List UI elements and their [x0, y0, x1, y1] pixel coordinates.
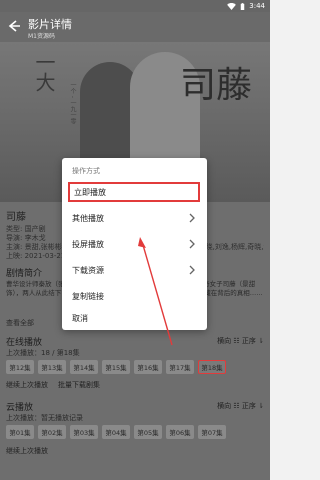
dialog-title: 操作方式: [72, 167, 100, 175]
other-play-label: 其他播放: [72, 213, 104, 223]
copy-link-option[interactable]: 复制链接: [72, 286, 199, 306]
episode-button[interactable]: 第12集: [6, 360, 34, 374]
other-play-option[interactable]: 其他播放: [72, 208, 199, 228]
episode-button-selected[interactable]: 第18集: [198, 360, 226, 374]
cloud-last-play: 上次播放：暂无播放记录: [6, 414, 83, 422]
episode-button[interactable]: 第16集: [134, 360, 162, 374]
cloud-links: 继续上次播放: [6, 446, 48, 456]
episode-button[interactable]: 第07集: [198, 425, 226, 439]
cast-play-option[interactable]: 投屏播放: [72, 234, 199, 254]
chevron-right-icon: [189, 265, 195, 275]
cloud-view-toggle[interactable]: 横向 ☷ 正序 ⇂: [217, 401, 264, 411]
movie-date: 上映: 2021-03-21: [6, 252, 66, 260]
episode-button[interactable]: 第13集: [38, 360, 66, 374]
episode-button[interactable]: 第17集: [166, 360, 194, 374]
batch-download-link[interactable]: 批量下载剧集: [58, 380, 100, 390]
cancel-option[interactable]: 取消: [72, 308, 199, 328]
online-last-play: 上次播放：18 / 第18集: [6, 349, 80, 357]
cloud-episodes: 第01集 第02集 第03集 第04集 第05集 第06集 第07集: [6, 425, 226, 439]
online-view-toggle[interactable]: 横向 ☷ 正序 ⇂: [217, 336, 264, 346]
episode-button[interactable]: 第14集: [70, 360, 98, 374]
plot-title: 剧情简介: [6, 269, 43, 279]
back-arrow-icon[interactable]: [6, 18, 22, 34]
chevron-right-icon: [189, 239, 195, 249]
episode-button[interactable]: 第05集: [134, 425, 162, 439]
episode-button[interactable]: 第04集: [102, 425, 130, 439]
page-subtitle: M1资源码: [28, 33, 55, 40]
cancel-label: 取消: [72, 313, 88, 323]
episode-button[interactable]: 第15集: [102, 360, 130, 374]
cloud-play-title: 云播放: [6, 403, 34, 413]
app-bar: 影片详情 M1资源码: [0, 12, 270, 42]
action-dialog: 操作方式 立即播放 其他播放 投屏播放 下载资源 复制链接 取消: [62, 158, 207, 330]
online-play-title: 在线播放: [6, 338, 43, 348]
online-links: 继续上次播放 批量下载剧集: [6, 380, 100, 390]
episode-button[interactable]: 第01集: [6, 425, 34, 439]
poster-side-calligraphy: 一大: [32, 52, 56, 92]
page-title: 影片详情: [28, 18, 72, 31]
play-now-label: 立即播放: [74, 187, 106, 197]
chevron-right-icon: [189, 213, 195, 223]
cloud-continue-play-link[interactable]: 继续上次播放: [6, 446, 48, 456]
see-all-link[interactable]: 查看全部: [6, 318, 34, 328]
copy-link-label: 复制链接: [72, 291, 104, 301]
continue-play-link[interactable]: 继续上次播放: [6, 380, 48, 390]
status-bar: 3:44: [0, 0, 270, 12]
episode-button[interactable]: 第06集: [166, 425, 194, 439]
movie-title: 司藤: [6, 212, 26, 223]
cast-play-label: 投屏播放: [72, 239, 104, 249]
episode-button[interactable]: 第02集: [38, 425, 66, 439]
battery-icon: [241, 2, 245, 10]
download-label: 下载资源: [72, 265, 104, 275]
poster-vertical-text: 一个 - 一九一零: [69, 82, 76, 124]
wifi-icon: [227, 2, 237, 10]
download-option[interactable]: 下载资源: [72, 260, 199, 280]
episode-button[interactable]: 第03集: [70, 425, 98, 439]
online-episodes: 第12集 第13集 第14集 第15集 第16集 第17集 第18集: [6, 360, 226, 374]
poster-calligraphy: 司藤: [180, 65, 253, 106]
play-now-option[interactable]: 立即播放: [68, 182, 200, 202]
status-time: 3:44: [249, 2, 265, 10]
